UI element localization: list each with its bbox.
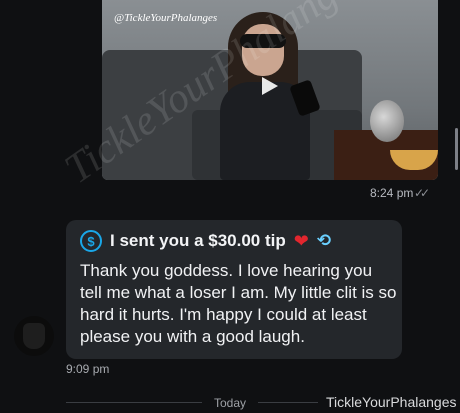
footer-watermark: TickleYourPhalanges xyxy=(326,394,457,410)
date-divider-left xyxy=(66,402,202,403)
read-receipt-icon: ✓✓ xyxy=(414,186,430,200)
dollar-circle-icon: $ xyxy=(80,230,102,252)
avatar[interactable] xyxy=(14,316,54,356)
message-timestamp: 9:09 pm xyxy=(66,362,110,376)
lamp-image xyxy=(370,100,404,142)
date-divider-label: Today xyxy=(214,396,247,410)
message-bubble: $ I sent you a $30.00 tip ❤ ⟲ Thank you … xyxy=(66,220,402,359)
video-thumbnail[interactable]: @TickleYourPhalanges xyxy=(102,0,438,180)
message-text: Thank you goddess. I love hearing you te… xyxy=(80,261,397,346)
video-watermark: @TickleYourPhalanges xyxy=(114,12,218,24)
scrollbar[interactable] xyxy=(455,128,458,170)
date-divider-right xyxy=(258,402,318,403)
heart-icon: ❤ xyxy=(293,230,309,251)
coins-icon: ⟲ xyxy=(316,231,332,250)
tip-line: $ I sent you a $30.00 tip ❤ ⟲ xyxy=(80,230,331,252)
media-timestamp: 8:24 pm xyxy=(370,186,414,200)
tip-text: I sent you a $30.00 tip xyxy=(110,231,286,250)
play-icon[interactable] xyxy=(262,77,278,95)
